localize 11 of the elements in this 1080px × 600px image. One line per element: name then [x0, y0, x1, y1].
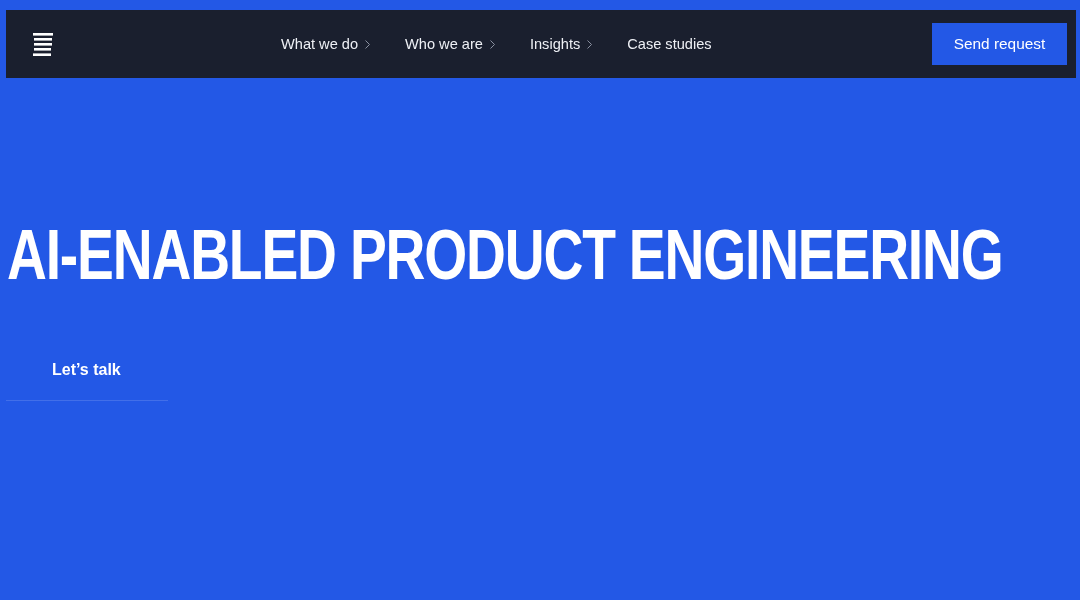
nav-link[interactable]: Insights — [529, 36, 581, 52]
send-request-button[interactable]: Send request — [932, 23, 1067, 65]
chevron-right-icon — [365, 39, 371, 49]
nav-link[interactable]: Who we are — [405, 36, 483, 52]
chevron-right-icon — [587, 39, 593, 49]
lets-talk-link[interactable]: Let’s talk — [6, 360, 168, 401]
nav-link[interactable]: What we do — [281, 36, 359, 52]
logo-icon[interactable] — [33, 32, 53, 56]
hero-title: AI-ENABLED PRODUCT ENGINEERING — [7, 220, 1003, 290]
nav-link[interactable]: Case studies — [627, 36, 712, 52]
chevron-right-icon — [489, 39, 495, 49]
